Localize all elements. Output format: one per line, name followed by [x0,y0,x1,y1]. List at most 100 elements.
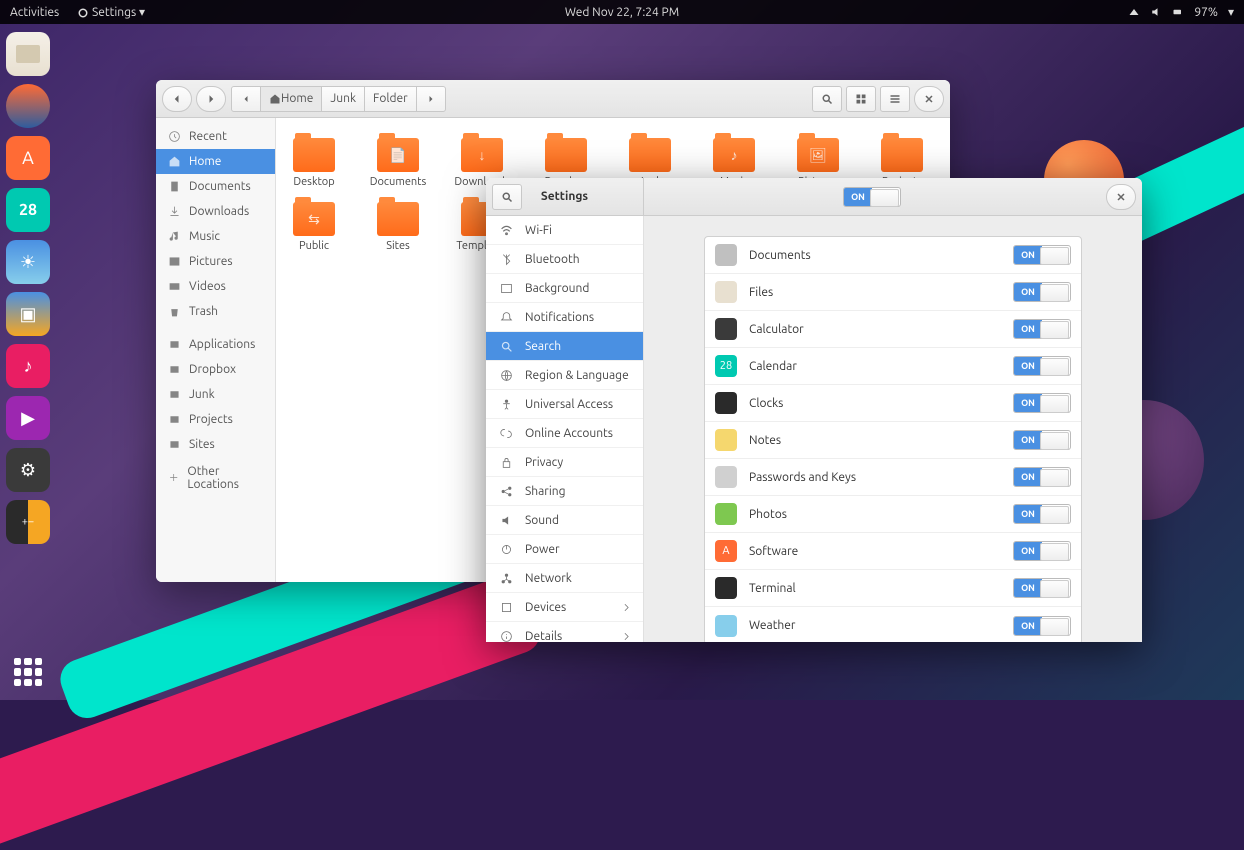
provider-toggle[interactable]: ON [1013,504,1071,524]
provider-label: Photos [749,508,1001,521]
sidebar-sites[interactable]: Sites [156,432,275,457]
clock[interactable]: Wed Nov 22, 7:24 PM [565,6,679,19]
sidebar-item-label: Videos [189,280,226,293]
system-menu-chevron[interactable]: ▾ [1228,5,1234,19]
sidebar-trash[interactable]: Trash [156,299,275,324]
dock-photos-icon[interactable]: ▣ [6,292,50,336]
dock-weather-icon[interactable]: ☀ [6,240,50,284]
provider-toggle[interactable]: ON [1013,319,1071,339]
sidebar-item-label: Junk [189,388,215,401]
dock-calendar-icon[interactable]: 28 [6,188,50,232]
folder-item[interactable]: 📄Documents [370,132,426,188]
settings-sidebar-sharing[interactable]: Sharing [486,477,643,506]
sidebar-item-label: Network [525,572,572,585]
settings-sidebar-search[interactable]: Search [486,332,643,361]
dock-calculator-icon[interactable]: +− [6,500,50,544]
sidebar-projects[interactable]: Projects [156,407,275,432]
provider-toggle[interactable]: ON [1013,578,1071,598]
search-button[interactable] [812,86,842,112]
sidebar-item-label: Recent [189,130,227,143]
show-applications-button[interactable] [14,658,42,686]
settings-sidebar-notifications[interactable]: Notifications [486,303,643,332]
sidebar-applications[interactable]: Applications [156,332,275,357]
provider-toggle[interactable]: ON [1013,393,1071,413]
sidebar-music[interactable]: Music [156,224,275,249]
search-master-toggle[interactable]: ON [843,187,901,207]
breadcrumb-prev[interactable] [231,86,261,112]
sidebar-junk[interactable]: Junk [156,382,275,407]
bluetooth-icon [500,253,513,266]
dock-files-icon[interactable] [6,32,50,76]
close-button[interactable] [1106,184,1136,210]
search-provider-row: ASoftwareON [705,533,1081,570]
network-icon[interactable] [1128,6,1140,18]
sidebar-other-locations[interactable]: Other Locations [156,465,275,490]
dock-software-icon[interactable]: A [6,136,50,180]
settings-sidebar-privacy[interactable]: Privacy [486,448,643,477]
sidebar-videos[interactable]: Videos [156,274,275,299]
sidebar-dropbox[interactable]: Dropbox [156,357,275,382]
toggle-label: ON [1014,357,1042,375]
weather-icon [715,615,737,637]
breadcrumb-folder[interactable]: Folder [364,86,417,112]
hamburger-menu-button[interactable] [880,86,910,112]
dock-browser-icon[interactable] [6,84,50,128]
sidebar-item-label: Documents [189,180,251,193]
activities-button[interactable]: Activities [10,6,59,19]
battery-icon[interactable] [1172,6,1184,18]
settings-sidebar-power[interactable]: Power [486,535,643,564]
settings-sidebar-universal[interactable]: Universal Access [486,390,643,419]
sharing-icon [500,485,513,498]
settings-sidebar-devices[interactable]: Devices [486,593,643,622]
provider-toggle[interactable]: ON [1013,467,1071,487]
dock-music-icon[interactable]: ♪ [6,344,50,388]
provider-toggle[interactable]: ON [1013,430,1071,450]
dock-settings-icon[interactable]: ⚙ [6,448,50,492]
close-button[interactable] [914,86,944,112]
provider-toggle[interactable]: ON [1013,541,1071,561]
settings-sidebar-wifi[interactable]: Wi-Fi [486,216,643,245]
sidebar-item-label: Universal Access [525,398,613,411]
nav-forward-button[interactable] [196,86,226,112]
breadcrumb-junk[interactable]: Junk [321,86,365,112]
app-menu[interactable]: Settings ▾ [77,5,145,19]
sidebar-item-label: Applications [189,338,255,351]
provider-toggle[interactable]: ON [1013,356,1071,376]
power-icon [500,543,513,556]
sidebar-item-label: Home [189,155,221,168]
universal-icon [500,398,513,411]
sidebar-downloads[interactable]: Downloads [156,199,275,224]
volume-icon[interactable] [1150,6,1162,18]
app-menu-label: Settings [92,6,136,19]
folder-item[interactable]: ⇆Public [286,196,342,252]
folder-item[interactable]: Desktop [286,132,342,188]
nav-back-button[interactable] [162,86,192,112]
provider-label: Files [749,286,1001,299]
provider-toggle[interactable]: ON [1013,245,1071,265]
settings-sidebar-background[interactable]: Background [486,274,643,303]
sidebar-recent[interactable]: Recent [156,124,275,149]
provider-toggle[interactable]: ON [1013,616,1071,636]
breadcrumb-home[interactable]: Home [260,86,322,112]
folder-item[interactable]: Sites [370,196,426,252]
sidebar-item-label: Projects [189,413,233,426]
settings-sidebar-online[interactable]: Online Accounts [486,419,643,448]
settings-sidebar-region[interactable]: Region & Language [486,361,643,390]
sidebar-home[interactable]: Home [156,149,275,174]
breadcrumb-next[interactable] [416,86,446,112]
sidebar-documents[interactable]: Documents [156,174,275,199]
sidebar-pictures[interactable]: Pictures [156,249,275,274]
view-grid-button[interactable] [846,86,876,112]
settings-search-button[interactable] [492,184,522,210]
folder-icon [629,138,671,172]
dock-video-icon[interactable]: ▶ [6,396,50,440]
dock: A 28 ☀ ▣ ♪ ▶ ⚙ +− [0,24,56,700]
settings-sidebar-sound[interactable]: Sound [486,506,643,535]
settings-sidebar-details[interactable]: Details [486,622,643,642]
settings-sidebar-network[interactable]: Network [486,564,643,593]
provider-toggle[interactable]: ON [1013,282,1071,302]
toggle-label: ON [1014,542,1042,560]
close-icon [923,93,935,105]
toggle-label: ON [1014,617,1042,635]
settings-sidebar-bluetooth[interactable]: Bluetooth [486,245,643,274]
